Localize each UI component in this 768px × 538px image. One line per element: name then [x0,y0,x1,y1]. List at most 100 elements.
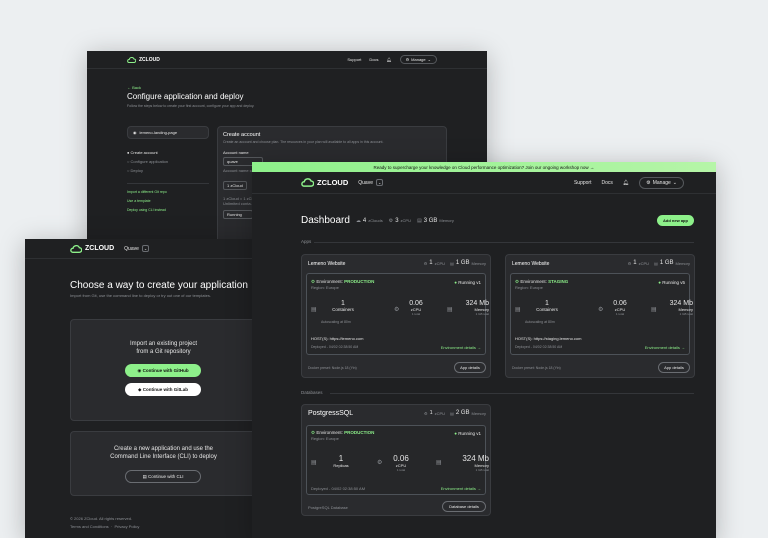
autoscale-text: Autoscaling at 80m [525,320,555,324]
db-type: PostgreSQL Database [308,505,348,510]
bell-icon[interactable]: 🔔︎ [623,180,629,186]
cli-button[interactable]: ▤ Continue with CLI [125,470,201,483]
cli-text-1: Create a new application and use the [113,446,214,452]
app-details-button[interactable]: App details [454,362,486,373]
github-icon: ◉ [133,130,137,135]
step-configure[interactable]: ○ Configure application [127,157,168,166]
app-details-button[interactable]: App details [658,362,690,373]
bell-icon[interactable]: 🔔︎ [387,57,392,62]
cli-text-2: Command Line Interface (CLI) to deploy [110,454,217,460]
steps-list: ● Create account ○ Configure application… [127,148,168,175]
choose-window: ZCLOUD Quave ⌄ Choose a way to create you… [25,239,265,538]
zcpu-summary: ⚙ 3 zCPU [388,217,411,224]
apps-section-label: Apps [301,239,312,244]
cpu-icon: ⚙ [598,307,604,313]
project-selector[interactable]: Quave ⌄ [124,245,150,252]
cpu-icon: ⚙ [377,460,383,466]
dashboard-window: Ready to supercharge your knowledge on C… [252,162,716,538]
memory-summary: ▤ 3 GB Memory [417,217,454,224]
docs-link[interactable]: Docs [601,180,612,186]
environment-icon: ⚙ [311,279,316,284]
cpu-usage: 0.06 [613,300,627,307]
logo[interactable]: ZCLOUD [70,244,114,253]
cloud-icon: ☁ [355,217,361,224]
dashboard-title: Dashboard [301,215,350,226]
app-deployed: Deployed - 04/02 02:38:50 AM [515,345,563,349]
plan-option[interactable]: 1 zCloud [223,181,247,190]
manage-button[interactable]: ⚙ Manage ⌄ [639,176,684,189]
app-preset: Docker preset: Node.js 18 (Yin) [308,366,357,370]
terms-link[interactable]: Terms and Conditions [70,524,109,529]
container-icon: ▤ [515,307,521,313]
databases-section-label: Databases [301,390,323,395]
github-button[interactable]: ◉ Continue with GitHub [125,364,201,377]
cli-link[interactable]: Deploy using CLI instead [127,206,167,215]
top-nav: ZCLOUD Support Docs 🔔︎ ⚙ Manage ⌄ [87,51,487,69]
memory-icon: ▤ [450,260,454,266]
db-deployed: Deployed - 04/02 02:38:50 AM [311,486,366,491]
app-environment-details-link[interactable]: Environment details → [645,345,685,350]
cloud-logo-icon [127,56,136,63]
app-status: ● Running v1 [454,280,481,285]
gitlab-button[interactable]: ◆ Continue with GitLab [125,383,201,396]
top-nav: ZCLOUD Quave ⌄ Support Docs 🔔︎ ⚙ Manage ⌄ [252,172,716,194]
cpu-usage: 0.06 [393,454,409,463]
brand-name: ZCLOUD [317,178,349,187]
choose-title: Choose a way to create your application [70,280,248,291]
app-region: Region: Europe [515,285,543,290]
app-environment-details-link[interactable]: Environment details → [441,345,481,350]
db-environment-details-link[interactable]: Environment details → [441,486,481,491]
memory-icon: ▤ [436,460,442,466]
app-name: Lemeno Website [512,261,550,267]
docs-link[interactable]: Docs [369,57,378,62]
step-deploy[interactable]: ○ Deploy [127,166,168,175]
running-status: Running [223,210,253,219]
alt-links: Import a different Git repo Use a templa… [127,188,167,215]
add-new-app-button[interactable]: Add new app [657,215,694,226]
containers-count: 1 [545,300,549,307]
import-different-link[interactable]: Import a different Git repo [127,188,167,197]
brand-name: ZCLOUD [139,56,160,63]
app-environment-panel[interactable]: ⚙ Environment: STAGING Region: Europe ● … [510,273,693,355]
template-link[interactable]: Use a template [127,197,167,206]
page-subtitle: Follow the steps below to create your fi… [127,104,255,108]
import-card: Import an existing project from a Git re… [70,319,265,421]
chevron-down-icon: ⌄ [672,179,677,186]
container-icon: ▤ [311,307,317,313]
support-link[interactable]: Support [347,57,361,62]
cloud-logo-icon [70,244,82,253]
logo[interactable]: ZCLOUD [127,57,160,63]
chevron-down-icon: ⌄ [375,179,384,186]
app-host[interactable]: HOST(S): https://staging.lemeno.com [515,336,581,341]
top-nav: ZCLOUD Quave ⌄ [25,239,265,259]
replica-icon: ▤ [311,460,317,466]
cpu-icon: ⚙ [394,307,400,313]
app-host[interactable]: HOST(S): https://lemeno.com [311,336,363,341]
database-details-button[interactable]: Database details [442,501,486,512]
repo-card: ◉ lemeno-landing-page [127,126,209,139]
support-link[interactable]: Support [574,180,592,186]
cpu-icon: ⚙ [627,260,632,266]
db-environment-panel[interactable]: ⚙ Environment: PRODUCTION Region: Europe… [306,425,489,495]
account-name-label: Account name [223,150,249,155]
privacy-link[interactable]: Privacy Policy [114,524,139,529]
app-card: Lemeno Website ⚙ 1 zCPU ▤ 1 GB Memory ⚙ Envi… [505,254,695,378]
logo[interactable]: ZCLOUD [301,178,348,187]
app-card: Lemeno Website ⚙ 1 zCPU ▤ 1 GB Memory ⚙ Envi… [301,254,491,378]
app-status: ● Running v5 [658,280,685,285]
project-selector[interactable]: Quave ⌄ [358,179,384,186]
db-region: Region: Europe [311,436,339,441]
app-environment-panel[interactable]: ⚙ Environment: PRODUCTION Region: Europe… [306,273,489,355]
page-title: Configure application and deploy [127,92,244,101]
app-deployed: Deployed - 04/02 02:38:50 AM [311,345,359,349]
memory-icon: ▤ [654,260,658,266]
step-create-account[interactable]: ● Create account [127,148,168,157]
environment-icon: ⚙ [515,279,520,284]
choose-subtitle: Import from Git, use the command line to… [70,293,211,298]
promo-banner[interactable]: Ready to supercharge your knowledge on C… [252,162,716,172]
cpu-icon: ⚙ [388,217,394,224]
back-link[interactable]: ← Back [127,85,141,90]
app-region: Region: Europe [311,285,339,290]
manage-button[interactable]: ⚙ Manage ⌄ [399,55,437,64]
chevron-down-icon: ⌄ [141,245,150,252]
